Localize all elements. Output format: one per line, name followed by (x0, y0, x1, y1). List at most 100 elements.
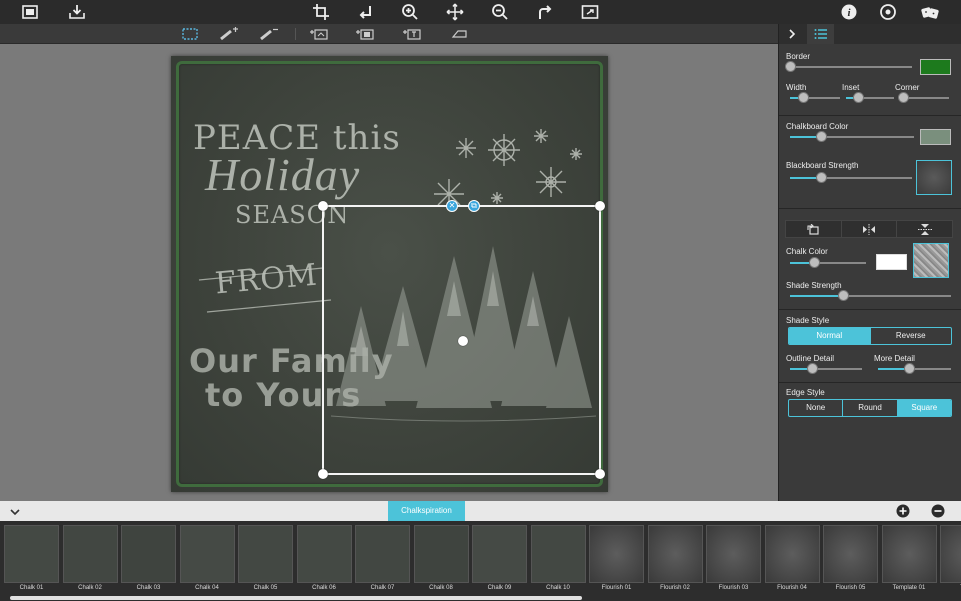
preset-thumbnail-label: Chalk 02 (78, 585, 102, 591)
info-icon[interactable]: i (839, 2, 859, 22)
preset-thumbnail[interactable] (62, 525, 118, 583)
more-detail-knob[interactable] (904, 363, 915, 374)
chalk-color-slider[interactable] (790, 257, 866, 268)
border-slider[interactable] (785, 61, 912, 72)
outline-detail-knob[interactable] (807, 363, 818, 374)
rect-select-icon[interactable] (179, 26, 201, 42)
preset-thumbnail[interactable] (413, 525, 469, 583)
settings-icon[interactable] (878, 2, 898, 22)
border-color-swatch[interactable] (920, 59, 951, 75)
chalkboard-color-swatch[interactable] (920, 129, 951, 145)
preset-thumbnail[interactable] (706, 525, 761, 583)
shade-strength-knob[interactable] (838, 290, 849, 301)
edge-style-square[interactable]: Square (897, 400, 951, 416)
app-window: i PEACE this Holiday SEASON FROM Our Fam… (0, 0, 961, 601)
preset-thumbnail[interactable] (121, 525, 176, 583)
preset-thumbnail[interactable] (940, 525, 961, 583)
presets-bar: Chalkspiration (0, 501, 961, 521)
redo-icon[interactable] (535, 2, 555, 22)
inset-slider[interactable] (846, 92, 894, 103)
shade-style-reverse[interactable]: Reverse (871, 328, 952, 344)
more-detail-slider[interactable] (878, 363, 951, 374)
rotate-icon[interactable] (356, 2, 376, 22)
blackboard-texture-preview[interactable] (916, 160, 952, 195)
resize-handle-bottom-right[interactable] (595, 469, 605, 479)
move-icon[interactable] (445, 2, 465, 22)
width-slider-knob[interactable] (798, 92, 809, 103)
brush-add-icon[interactable] (218, 26, 240, 42)
tab-chalkspiration[interactable]: Chalkspiration (388, 501, 465, 521)
preset-thumbnail[interactable] (355, 525, 410, 583)
blackboard-strength-knob[interactable] (816, 172, 827, 183)
preset-thumbnail-label: Chalk 06 (312, 585, 336, 591)
list-settings-icon[interactable] (807, 24, 834, 44)
flip-vertical-icon[interactable] (897, 221, 952, 237)
corner-label: Corner (895, 83, 920, 92)
main-toolbar: i (0, 0, 961, 24)
fit-screen-icon[interactable] (580, 2, 600, 22)
shade-strength-slider[interactable] (790, 290, 951, 301)
adjustments-panel: Border Width Inset Corner Chalkboard Col… (778, 24, 961, 501)
corner-slider[interactable] (898, 92, 949, 103)
brush-remove-icon[interactable] (258, 26, 280, 42)
preset-thumbnail[interactable] (238, 525, 293, 583)
resize-handle-top-left[interactable] (318, 201, 328, 211)
add-layer-icon[interactable] (308, 26, 330, 42)
border-slider-knob[interactable] (785, 61, 796, 72)
edge-style-none[interactable]: None (789, 400, 844, 416)
resize-handle-bottom-left[interactable] (318, 469, 328, 479)
preset-thumbnail[interactable] (589, 525, 644, 583)
add-text-icon[interactable] (401, 26, 423, 42)
random-dice-icon[interactable] (920, 2, 940, 22)
preset-thumbnail[interactable] (4, 525, 59, 583)
zoom-out-icon[interactable] (490, 2, 510, 22)
chalk-texture-preview[interactable] (913, 243, 949, 278)
edge-style-round[interactable]: Round (843, 400, 898, 416)
preset-thumbnail[interactable] (647, 525, 703, 583)
shade-style-label: Shade Style (786, 316, 830, 325)
preset-thumbnail-label: Chalk 09 (487, 585, 512, 591)
preset-thumbnail-label: Chalk 05 (253, 585, 278, 591)
orientation-bar (785, 220, 953, 238)
blackboard-strength-slider[interactable] (790, 172, 912, 183)
selection-box[interactable]: ✕ ⧉ (318, 200, 605, 479)
collapse-presets-icon[interactable] (8, 505, 22, 517)
chalkboard-color-slider[interactable] (790, 131, 914, 142)
flip-horizontal-icon[interactable] (842, 221, 898, 237)
border-label: Border (786, 52, 811, 61)
center-handle[interactable] (458, 336, 468, 346)
add-image-icon[interactable] (354, 26, 376, 42)
shade-strength-label: Shade Strength (786, 281, 842, 290)
collapse-panel-icon[interactable] (781, 24, 803, 44)
chalk-color-swatch[interactable] (876, 254, 907, 270)
add-preset-icon[interactable] (896, 504, 910, 518)
presets-scrollbar[interactable] (10, 596, 582, 600)
preset-thumbnail[interactable] (296, 525, 352, 583)
preset-thumbnail[interactable] (472, 525, 527, 583)
preset-thumbnail[interactable] (881, 525, 937, 583)
preset-thumbnail[interactable] (823, 525, 878, 583)
preset-thumbnail-label: Chalk 07 (370, 585, 395, 591)
rotate-canvas-icon[interactable] (786, 221, 842, 237)
eraser-icon[interactable] (448, 26, 470, 42)
preset-thumbnail-label: Chalk 08 (429, 585, 453, 591)
close-selection-icon[interactable]: ✕ (446, 200, 458, 212)
preset-thumbnail[interactable] (179, 525, 235, 583)
shade-style-normal[interactable]: Normal (789, 328, 871, 344)
preset-thumbnail[interactable] (764, 525, 820, 583)
outline-detail-slider[interactable] (790, 363, 862, 374)
link-selection-icon[interactable]: ⧉ (468, 200, 480, 212)
save-download-icon[interactable] (67, 2, 87, 22)
preset-thumbnail[interactable] (530, 525, 586, 583)
chalkboard-color-knob[interactable] (816, 131, 827, 142)
inset-label: Inset (842, 83, 860, 92)
inset-slider-knob[interactable] (853, 92, 864, 103)
chalk-color-knob[interactable] (809, 257, 820, 268)
corner-slider-knob[interactable] (898, 92, 909, 103)
image-icon[interactable] (20, 2, 40, 22)
resize-handle-top-right[interactable] (595, 201, 605, 211)
zoom-in-icon[interactable] (400, 2, 420, 22)
crop-icon[interactable] (311, 2, 331, 22)
remove-preset-icon[interactable] (931, 504, 945, 518)
width-slider[interactable] (790, 92, 840, 103)
